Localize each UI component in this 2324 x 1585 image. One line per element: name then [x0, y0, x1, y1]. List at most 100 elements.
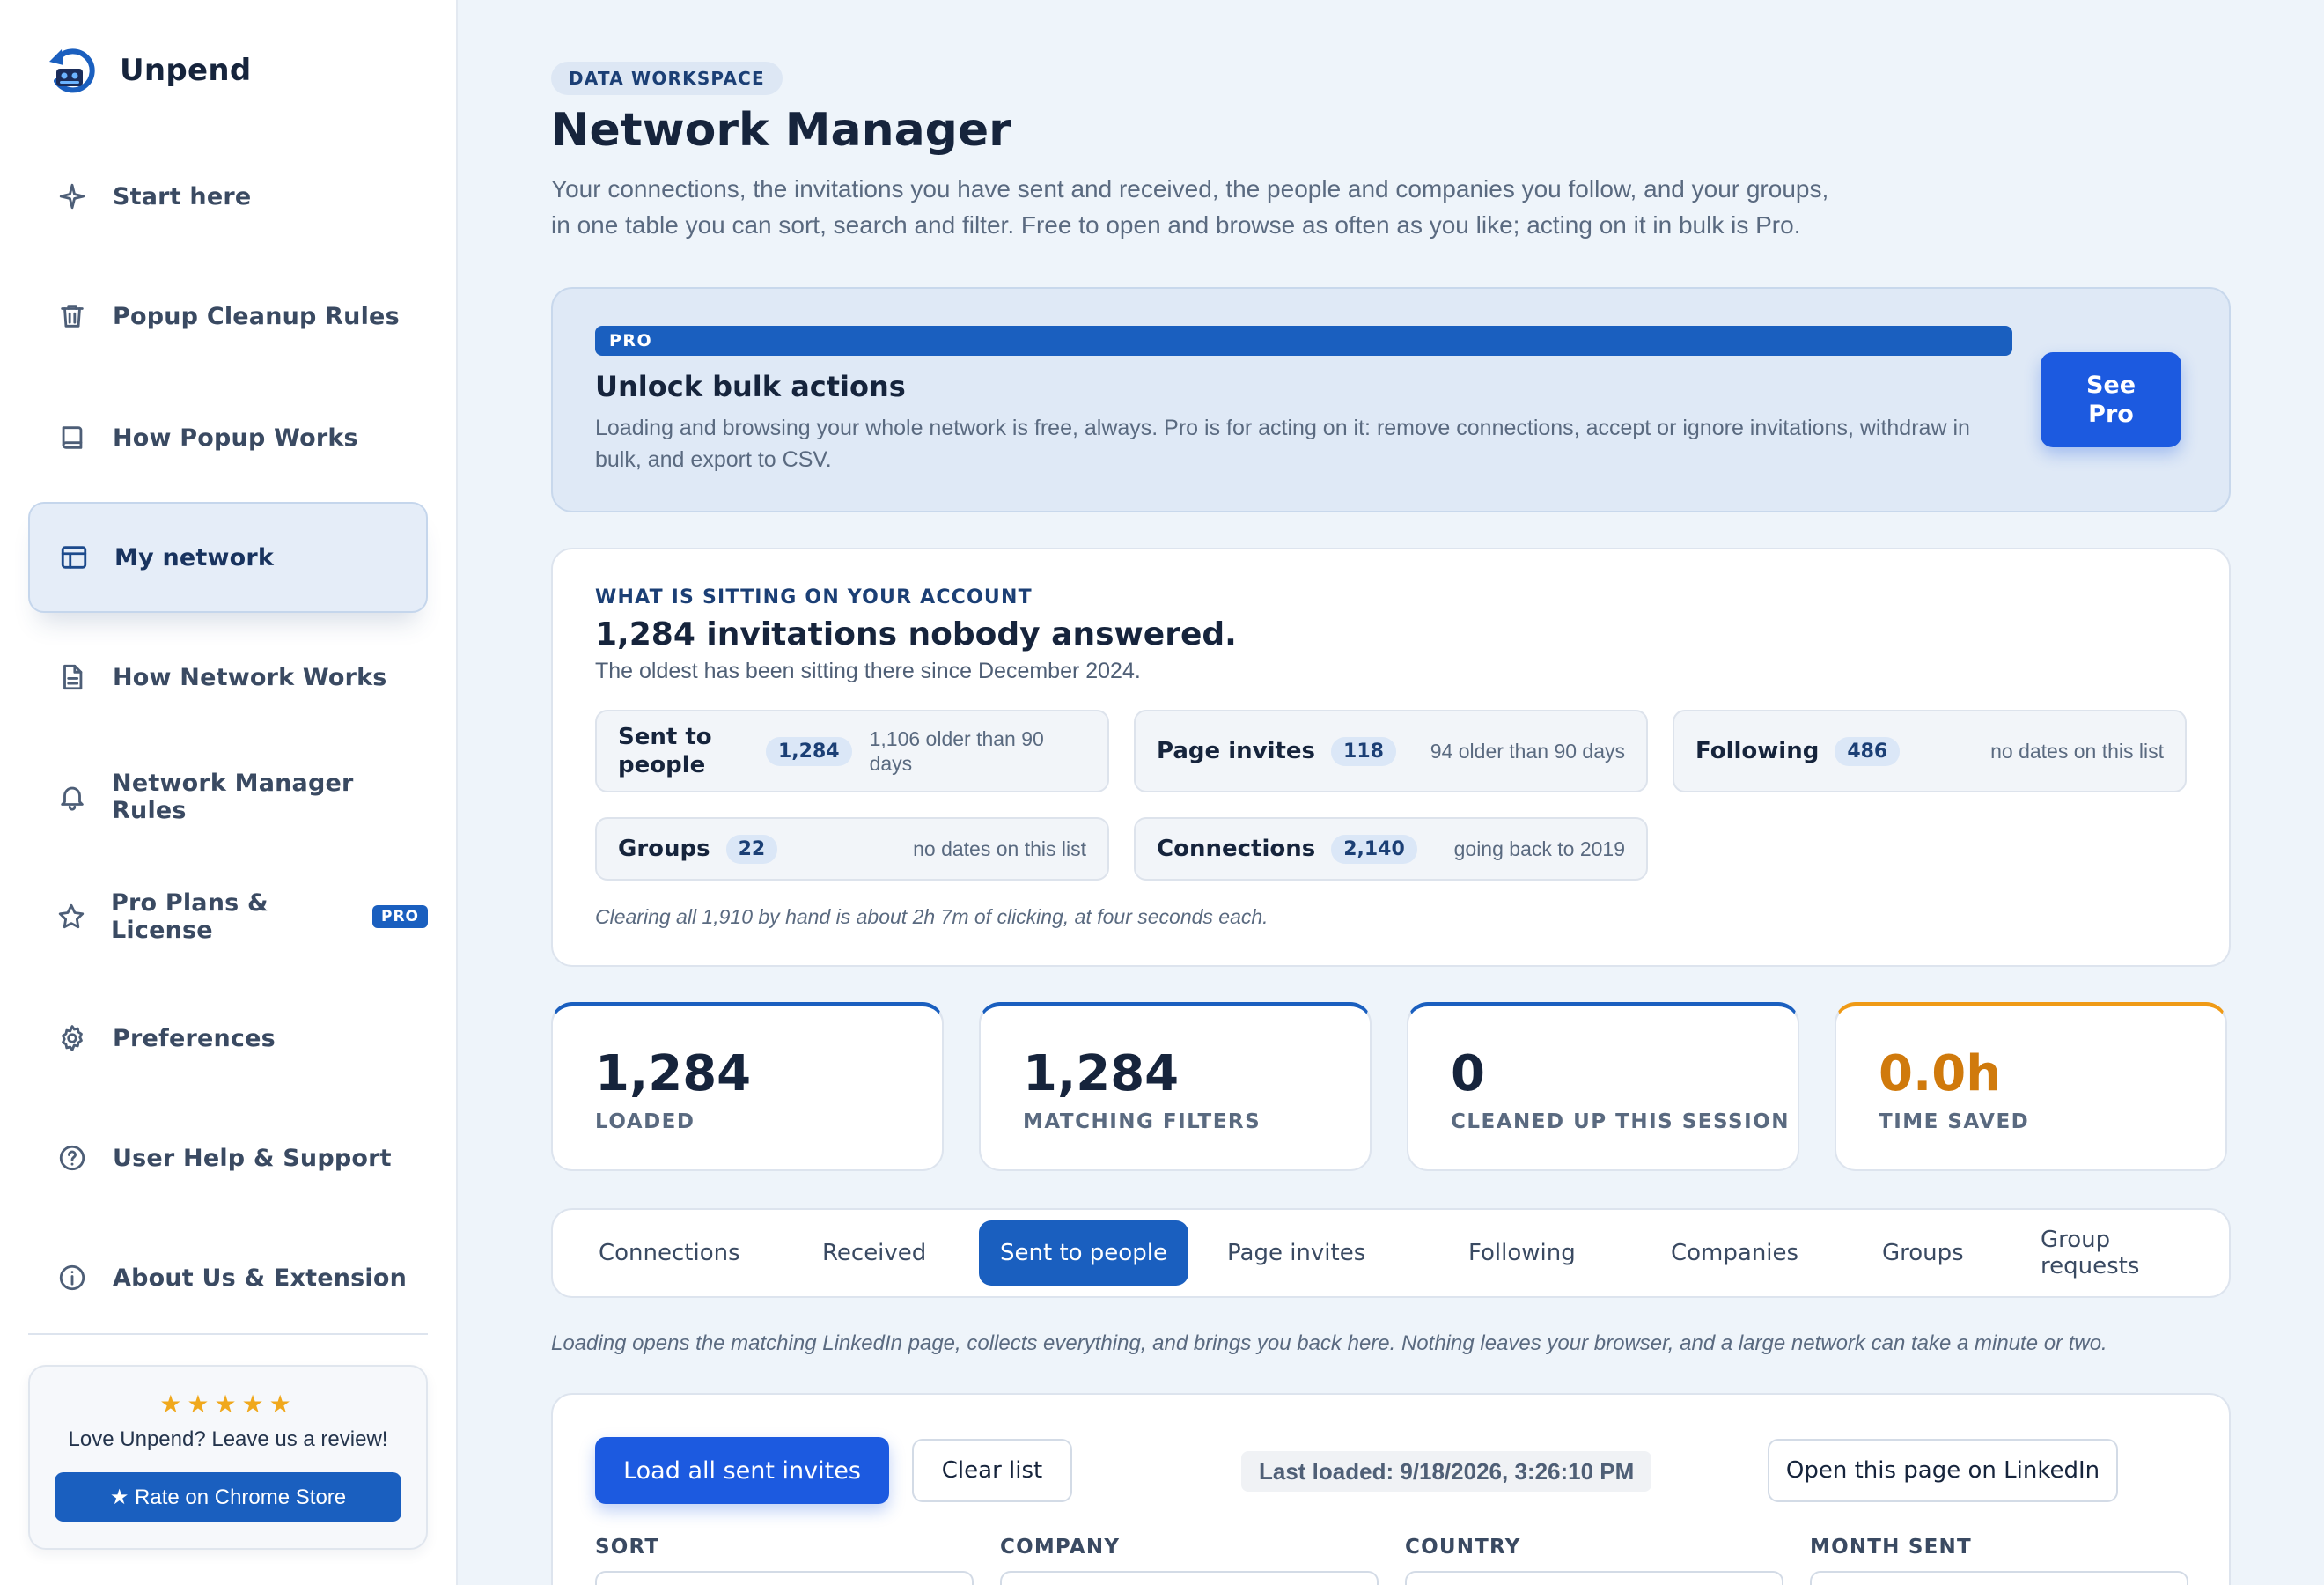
tab-group-requests[interactable]: Group requests [2019, 1220, 2229, 1286]
rate-on-chrome-store-button[interactable]: ★ Rate on Chrome Store [55, 1472, 401, 1522]
metric-matching-filters: 1,284 MATCHING FILTERS [979, 1002, 1372, 1171]
sidebar-item-how-popup-works[interactable]: How Popup Works [28, 382, 428, 493]
sparkle-icon [56, 181, 88, 212]
tab-following[interactable]: Following [1447, 1220, 1597, 1286]
sidebar-item-popup-cleanup-rules[interactable]: Popup Cleanup Rules [28, 261, 428, 372]
company-filter-input[interactable] [1000, 1571, 1379, 1585]
tab-connections[interactable]: Connections [577, 1220, 761, 1286]
metric-value: 1,284 [1023, 1045, 1180, 1102]
help-circle-icon [56, 1142, 88, 1174]
review-card: ★★★★★ Love Unpend? Leave us a review! ★ … [28, 1365, 428, 1550]
month-sent-filter-select[interactable] [1810, 1571, 2188, 1585]
gear-icon [56, 1022, 88, 1054]
tab-received[interactable]: Received [801, 1220, 947, 1286]
sidebar-item-label: How Network Works [113, 663, 387, 691]
country-filter-input[interactable] [1405, 1571, 1783, 1585]
stat-chip-count: 22 [725, 834, 778, 864]
sidebar-item-label: Pro Plans & License [111, 889, 268, 944]
open-on-linkedin-button[interactable]: Open this page on LinkedIn [1768, 1439, 2118, 1502]
brand[interactable]: Unpend [46, 46, 252, 95]
metric-value: 0.0h [1879, 1045, 2002, 1102]
sidebar: Unpend Start here Popup Cleanup Rules Ho… [0, 0, 458, 1585]
sidebar-item-preferences[interactable]: Preferences [28, 983, 428, 1094]
sidebar-item-about[interactable]: About Us & Extension [28, 1222, 428, 1333]
unpend-logo-icon [49, 48, 95, 93]
sidebar-item-label: Preferences [113, 1024, 276, 1052]
stat-chip-note: no dates on this list [1990, 740, 2164, 763]
stat-chip-count: 1,284 [766, 736, 852, 766]
sidebar-item-network-manager-rules[interactable]: Network Manager Rules [28, 741, 428, 852]
filter-label-company: COMPANY [1000, 1536, 1121, 1559]
metric-label: TIME SAVED [1879, 1110, 2030, 1133]
stat-chip-label: Groups [618, 836, 710, 862]
sidebar-item-pro-plans[interactable]: Pro Plans & License PRO [28, 861, 428, 972]
account-subtext: The oldest has been sitting there since … [595, 659, 1141, 683]
pro-banner-description: Loading and browsing your whole network … [595, 416, 1970, 472]
sidebar-item-label: User Help & Support [113, 1144, 392, 1172]
tab-companies[interactable]: Companies [1650, 1220, 1820, 1286]
loading-note: Loading opens the matching LinkedIn page… [551, 1331, 2107, 1355]
stat-chip-connections[interactable]: Connections 2,140 going back to 2019 [1134, 817, 1648, 881]
tab-groups[interactable]: Groups [1861, 1220, 1985, 1286]
tab-sent-to-people[interactable]: Sent to people [979, 1220, 1188, 1286]
stat-chip-note: going back to 2019 [1453, 837, 1625, 860]
app-name: Unpend [120, 53, 252, 88]
star-icon [56, 901, 86, 933]
account-summary-card: WHAT IS SITTING ON YOUR ACCOUNT 1,284 in… [551, 548, 2231, 967]
page-title: Network Manager [551, 104, 1011, 157]
last-loaded-timestamp: Last loaded: 9/18/2026, 3:26:10 PM [1241, 1451, 1652, 1492]
stat-chip-count: 118 [1331, 736, 1396, 766]
pro-badge: PRO [371, 905, 428, 928]
sidebar-item-label: About Us & Extension [113, 1264, 408, 1292]
layout-icon [58, 542, 90, 573]
sidebar-item-label: My network [114, 543, 275, 571]
load-all-sent-invites-button[interactable]: Load all sent invites [595, 1437, 889, 1504]
sidebar-item-label: Start here [113, 182, 252, 210]
stat-chip-count: 486 [1835, 736, 1901, 766]
filter-label-sort: SORT [595, 1536, 660, 1559]
metric-label: LOADED [595, 1110, 695, 1133]
stat-chip-groups[interactable]: Groups 22 no dates on this list [595, 817, 1109, 881]
sidebar-divider [28, 1333, 428, 1335]
sidebar-item-label: How Popup Works [113, 424, 358, 452]
info-circle-icon [56, 1262, 88, 1294]
document-icon [56, 661, 88, 693]
metric-label: MATCHING FILTERS [1023, 1110, 1261, 1133]
stat-chip-count: 2,140 [1331, 834, 1417, 864]
sidebar-item-my-network[interactable]: My network [28, 502, 428, 613]
stat-chip-sent-to-people[interactable]: Sent to people 1,284 1,106 older than 90… [595, 710, 1109, 792]
stat-chip-following[interactable]: Following 486 no dates on this list [1673, 710, 2187, 792]
see-pro-button[interactable]: See Pro [2041, 352, 2181, 447]
book-icon [56, 422, 88, 453]
stat-chip-label: Page invites [1157, 738, 1316, 764]
network-tabs: Connections Received Sent to people Page… [551, 1208, 2231, 1298]
tab-page-invites[interactable]: Page invites [1206, 1220, 1386, 1286]
stat-chip-label: Following [1695, 738, 1820, 764]
metric-time-saved: 0.0h TIME SAVED [1835, 1002, 2227, 1171]
metric-label: CLEANED UP THIS SESSION [1451, 1110, 1790, 1133]
filter-label-month-sent: MONTH SENT [1810, 1536, 1972, 1559]
sidebar-item-how-network-works[interactable]: How Network Works [28, 622, 428, 733]
stat-chip-note: no dates on this list [913, 837, 1086, 860]
list-controls-card: Load all sent invites Clear list Last lo… [551, 1393, 2231, 1585]
main-content: DATA WORKSPACE Network Manager Your conn… [458, 0, 2324, 1585]
pro-banner-title: Unlock bulk actions [595, 370, 906, 403]
pro-banner-badge: PRO [595, 326, 2012, 356]
stat-chip-page-invites[interactable]: Page invites 118 94 older than 90 days [1134, 710, 1648, 792]
sort-select[interactable] [595, 1571, 974, 1585]
filter-label-country: COUNTRY [1405, 1536, 1521, 1559]
sidebar-item-label: Network Manager Rules [112, 770, 354, 824]
stat-chip-note: 1,106 older than 90 days [869, 727, 1044, 775]
bell-icon [56, 781, 87, 813]
sidebar-item-label: Popup Cleanup Rules [113, 302, 400, 330]
sidebar-item-start-here[interactable]: Start here [28, 141, 428, 252]
account-eyebrow: WHAT IS SITTING ON YOUR ACCOUNT [595, 586, 1033, 608]
trash-icon [56, 300, 88, 332]
sidebar-item-help-support[interactable]: User Help & Support [28, 1102, 428, 1213]
metric-value: 0 [1451, 1045, 1485, 1102]
clear-list-button[interactable]: Clear list [912, 1439, 1072, 1502]
metric-cleaned-up: 0 CLEANED UP THIS SESSION [1407, 1002, 1799, 1171]
stat-chip-label: Connections [1157, 836, 1316, 862]
review-prompt: Love Unpend? Leave us a review! [68, 1427, 388, 1451]
workspace-tag: DATA WORKSPACE [551, 62, 783, 95]
